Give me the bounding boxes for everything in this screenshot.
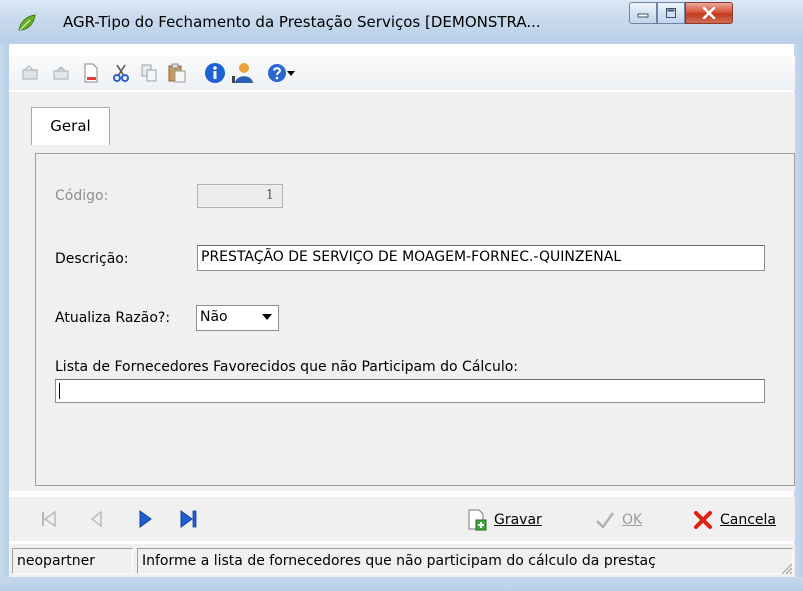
window-frame-right bbox=[794, 44, 803, 591]
redo-icon[interactable] bbox=[49, 62, 73, 84]
lista-fornecedores-label: Lista de Fornecedores Favorecidos que nã… bbox=[55, 359, 519, 375]
checkmark-icon bbox=[594, 509, 616, 531]
lista-fornecedores-field[interactable] bbox=[55, 379, 765, 403]
info-icon[interactable] bbox=[203, 62, 227, 84]
last-record-icon[interactable] bbox=[179, 509, 199, 529]
tab-geral[interactable]: Geral bbox=[31, 107, 110, 145]
status-message: Informe a lista de fornecedores que não … bbox=[137, 548, 793, 574]
gravar-button[interactable]: Gravar bbox=[466, 508, 542, 532]
atualiza-razao-label: Atualiza Razão?: bbox=[55, 310, 171, 326]
next-record-icon[interactable] bbox=[135, 509, 155, 529]
resize-grip-icon[interactable] bbox=[779, 561, 793, 575]
new-document-icon[interactable] bbox=[79, 62, 103, 84]
gravar-label: Gravar bbox=[494, 512, 542, 528]
toolbar bbox=[9, 56, 795, 90]
cut-icon[interactable] bbox=[109, 62, 133, 84]
copy-icon[interactable] bbox=[137, 62, 161, 84]
maximize-button[interactable] bbox=[657, 2, 685, 24]
previous-record-icon[interactable] bbox=[87, 509, 107, 529]
ok-label: OK bbox=[622, 512, 643, 528]
tab-geral-label: Geral bbox=[50, 117, 91, 135]
navigation-bar: Gravar OK Cancela bbox=[9, 497, 795, 541]
title-bar[interactable]: AGR-Tipo do Fechamento da Prestação Serv… bbox=[0, 0, 803, 44]
tab-panel-geral: Código: 1 Descrição: PRESTAÇÃO DE SERVIÇ… bbox=[35, 153, 795, 486]
window-title: AGR-Tipo do Fechamento da Prestação Serv… bbox=[63, 13, 541, 31]
window-frame-left bbox=[0, 44, 9, 591]
paste-icon[interactable] bbox=[165, 62, 189, 84]
client-area: Geral Código: 1 Descrição: PRESTAÇÃO DE … bbox=[9, 92, 795, 491]
status-bar: neopartner Informe a lista de fornecedor… bbox=[9, 544, 795, 577]
app-leaf-icon bbox=[17, 13, 37, 33]
close-button[interactable] bbox=[685, 2, 733, 24]
codigo-field: 1 bbox=[197, 184, 283, 208]
text-cursor bbox=[59, 383, 60, 399]
save-document-icon bbox=[466, 509, 488, 531]
undo-icon[interactable] bbox=[19, 62, 43, 84]
cancela-button[interactable]: Cancela bbox=[692, 508, 776, 532]
cancel-x-icon bbox=[692, 509, 714, 531]
descricao-label: Descrição: bbox=[55, 251, 129, 267]
codigo-label: Código: bbox=[55, 188, 109, 204]
maximize-icon bbox=[658, 3, 684, 23]
atualiza-razao-value: Não bbox=[200, 309, 228, 325]
cancela-label: Cancela bbox=[720, 512, 777, 528]
first-record-icon[interactable] bbox=[39, 509, 59, 529]
ok-button[interactable]: OK bbox=[594, 508, 642, 532]
minimize-icon bbox=[630, 3, 656, 23]
atualiza-razao-select[interactable]: Não bbox=[196, 305, 279, 331]
window-frame-bottom bbox=[0, 577, 803, 591]
chevron-down-icon bbox=[262, 314, 272, 320]
help-dropdown-chevron-down-icon[interactable] bbox=[285, 62, 297, 84]
user-icon[interactable] bbox=[231, 62, 255, 84]
minimize-button[interactable] bbox=[629, 2, 657, 24]
status-user: neopartner bbox=[12, 548, 133, 574]
descricao-field[interactable]: PRESTAÇÃO DE SERVIÇO DE MOAGEM-FORNEC.-Q… bbox=[197, 245, 765, 271]
close-icon bbox=[686, 3, 732, 23]
